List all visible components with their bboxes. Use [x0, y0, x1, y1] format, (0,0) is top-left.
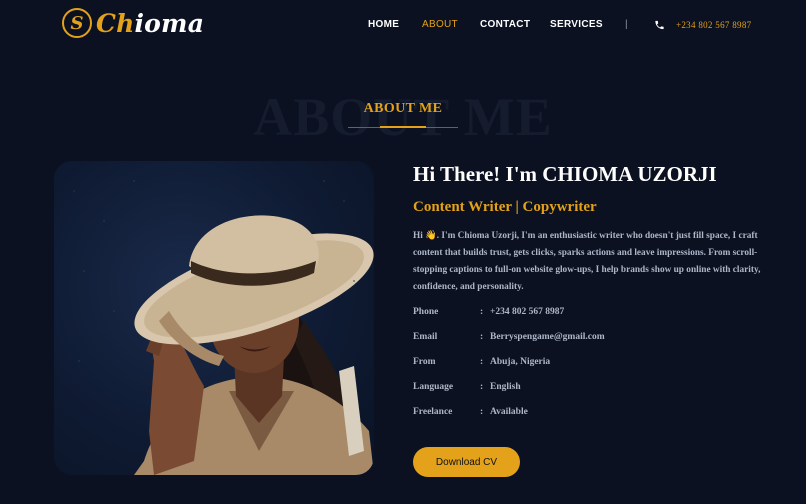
detail-label: From [413, 357, 436, 367]
detail-value: Abuja, Nigeria [490, 357, 551, 367]
detail-label: Freelance [413, 407, 453, 417]
brand-logo[interactable]: S Chioma [62, 8, 204, 38]
wave-icon: 👋 [425, 231, 437, 241]
profile-photo [54, 161, 374, 475]
top-navigation-bar: S Chioma HOME ABOUT CONTACT SERVICES | +… [0, 0, 806, 52]
detail-value[interactable]: Berryspengame@gmail.com [490, 332, 605, 342]
nav-separator: | [625, 19, 628, 30]
detail-separator: : [480, 357, 484, 367]
detail-separator: : [480, 407, 484, 417]
about-heading: Hi There! I'm CHIOMA UZORJI [413, 162, 717, 186]
detail-value[interactable]: +234 802 567 8987 [490, 307, 564, 317]
detail-value: Available [490, 407, 528, 417]
phone-icon [655, 20, 664, 30]
brand-name-accent: Ch [96, 8, 135, 38]
nav-home[interactable]: HOME [368, 19, 399, 30]
nav-contact[interactable]: CONTACT [480, 19, 530, 30]
nav-services[interactable]: SERVICES [550, 19, 603, 30]
bio-greeting: Hi [413, 231, 423, 241]
brand-name: Chioma [96, 9, 204, 38]
detail-separator: : [480, 332, 484, 342]
title-divider-accent [380, 126, 426, 128]
header-phone-number[interactable]: +234 802 567 8987 [676, 20, 751, 30]
about-bio: Hi 👋. I'm Chioma Uzorji, I'm an enthusia… [413, 228, 763, 296]
profile-photo-illustration [73, 180, 374, 475]
detail-label: Email [413, 332, 438, 342]
download-cv-button[interactable]: Download CV [413, 447, 520, 477]
detail-label: Language [413, 382, 454, 392]
about-subheading: Content Writer | Copywriter [413, 199, 597, 215]
nav-about[interactable]: ABOUT [422, 19, 458, 30]
section-title: ABOUT ME [363, 101, 443, 116]
detail-separator: : [480, 382, 484, 392]
detail-value: English [490, 382, 521, 392]
detail-separator: : [480, 307, 484, 317]
section-background-title: ABOUT ME [253, 87, 553, 147]
bio-text: . I'm Chioma Uzorji, I'm an enthusiastic… [413, 231, 761, 292]
brand-name-rest: ioma [134, 8, 205, 38]
detail-label: Phone [413, 307, 439, 317]
logo-mark-icon: S [62, 8, 92, 38]
